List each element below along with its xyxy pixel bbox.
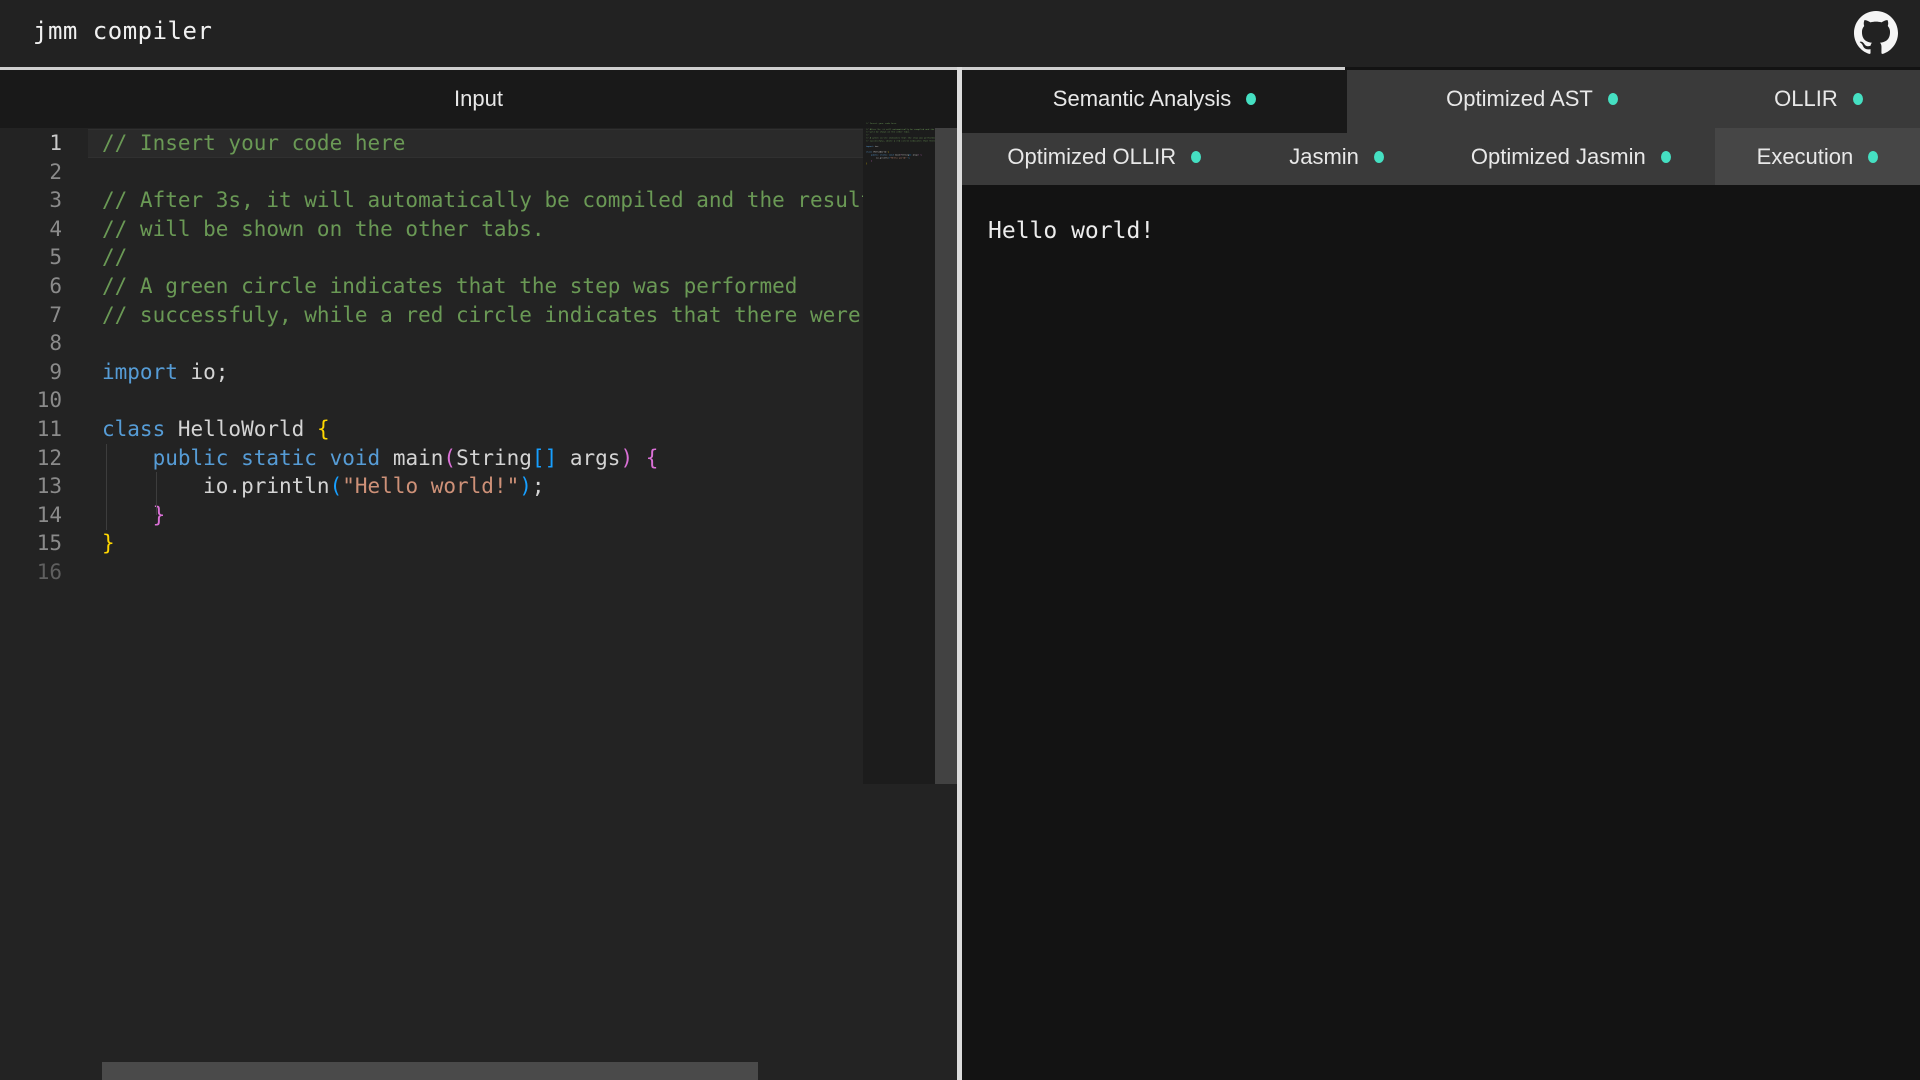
tab-label: Optimized OLLIR <box>1007 144 1176 170</box>
tab-label: Semantic Analysis <box>1053 86 1232 112</box>
indent-guide <box>156 472 157 515</box>
code-line: io.println("Hello world!"); <box>102 472 863 501</box>
indent-guide <box>106 444 107 530</box>
status-dot <box>1374 151 1384 163</box>
tab-input[interactable]: Input <box>0 70 957 128</box>
code-line <box>102 158 863 187</box>
code-line <box>102 558 863 587</box>
github-icon[interactable] <box>1854 11 1898 55</box>
status-dot <box>1868 151 1878 163</box>
status-dot <box>1608 93 1618 105</box>
code-editor[interactable]: 12345678910111213141516 // Insert your c… <box>0 128 957 1080</box>
tab-semantic-analysis[interactable]: Semantic Analysis <box>962 70 1347 128</box>
status-dot <box>1661 151 1671 163</box>
code-line: class HelloWorld { <box>102 415 863 444</box>
results-tab-row-1: Semantic Analysis Optimized AST OLLIR <box>962 70 1920 128</box>
results-tab-row-2: Optimized OLLIR Jasmin Optimized Jasmin Exe… <box>962 128 1920 185</box>
app-title: jmm compiler <box>33 17 212 45</box>
tab-input-label: Input <box>454 86 503 112</box>
code-line <box>102 386 863 415</box>
code-line: } <box>102 501 863 530</box>
tab-label: Optimized Jasmin <box>1471 144 1646 170</box>
code-line: // successfuly, while a red circle indic… <box>866 139 938 142</box>
tab-jasmin[interactable]: Jasmin <box>1247 128 1427 185</box>
tab-label: Execution <box>1757 144 1854 170</box>
tab-optimized-jasmin[interactable]: Optimized Jasmin <box>1427 128 1715 185</box>
code-line <box>102 329 863 358</box>
code-line <box>866 165 938 168</box>
code-line: import io; <box>102 358 863 387</box>
results-panel: Semantic Analysis Optimized AST OLLIR Opti… <box>962 70 1920 1080</box>
tab-ollir[interactable]: OLLIR <box>1717 70 1920 128</box>
code-line: // <box>102 243 863 272</box>
app-header: jmm compiler <box>0 0 1920 67</box>
tab-label: OLLIR <box>1774 86 1838 112</box>
code-line: // will be shown on the other tabs. <box>102 215 863 244</box>
status-dot <box>1246 93 1256 105</box>
tab-label: Jasmin <box>1289 144 1359 170</box>
tab-execution[interactable]: Execution <box>1715 128 1920 185</box>
code-line: public static void main(String[] args) { <box>102 444 863 473</box>
tab-optimized-ast[interactable]: Optimized AST <box>1347 70 1717 128</box>
horizontal-scrollbar-thumb[interactable] <box>102 1062 758 1080</box>
tab-label: Optimized AST <box>1446 86 1593 112</box>
execution-output-text: Hello world! <box>988 218 1154 244</box>
execution-output: Hello world! <box>962 185 1920 1080</box>
tab-optimized-ollir[interactable]: Optimized OLLIR <box>962 128 1247 185</box>
status-dot <box>1853 93 1863 105</box>
input-panel: Input 12345678910111213141516 // Insert … <box>0 70 957 1080</box>
code-line: // Insert your code here <box>102 129 863 158</box>
minimap-column <box>863 128 935 784</box>
vertical-scrollbar-thumb[interactable] <box>935 128 957 784</box>
code-line: // After 3s, it will automatically be co… <box>102 186 863 215</box>
minimap[interactable]: // Insert your code here // After 3s, it… <box>866 122 938 192</box>
code-viewport[interactable]: // Insert your code here // After 3s, it… <box>0 129 863 729</box>
code-line: } <box>102 529 863 558</box>
code-line: // successfuly, while a red circle indic… <box>102 301 863 330</box>
code-line: // A green circle indicates that the ste… <box>102 272 863 301</box>
status-dot <box>1191 151 1201 163</box>
